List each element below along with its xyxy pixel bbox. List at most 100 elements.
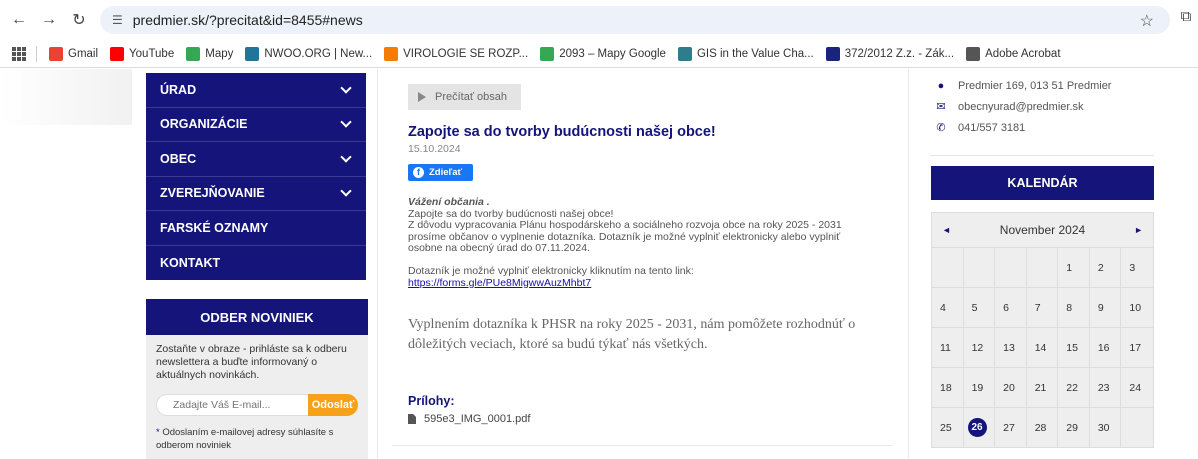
bookmark-item[interactable]: Gmail [43, 43, 104, 65]
newsletter-note-text: Odoslaním e-mailovej adresy súhlasíte s … [156, 427, 334, 451]
calendar-day[interactable]: 7 [1026, 287, 1059, 327]
day-number: 10 [1129, 301, 1142, 314]
header-image-fragment [0, 69, 132, 125]
site-settings-icon[interactable]: ☰ [112, 13, 123, 27]
contact-email[interactable]: ✉ obecnyurad@predmier.sk [934, 96, 1111, 117]
bookmark-label: NWOO.ORG | New... [264, 47, 373, 60]
calendar-day[interactable]: 2 [1089, 247, 1122, 287]
bookmark-item[interactable]: GIS in the Value Cha... [672, 43, 820, 65]
day-number: 8 [1066, 301, 1073, 314]
calendar-day[interactable]: 21 [1026, 367, 1059, 407]
menu-item-zverejnovanie[interactable]: ZVEREJŇOVANIE [146, 177, 366, 211]
bookmark-label: YouTube [129, 47, 175, 60]
day-number: 6 [1003, 301, 1009, 314]
article-line: osobne na obecný úrad do 07.11.2024. [408, 242, 590, 254]
day-number: 2 [1097, 261, 1104, 274]
calendar-day[interactable]: 29 [1058, 407, 1090, 447]
day-number: 25 [940, 421, 952, 434]
newsletter-title: ODBER NOVINIEK [146, 299, 368, 335]
calendar-day[interactable]: 8 [1058, 287, 1090, 327]
day-number: 21 [1034, 381, 1047, 394]
menu-item-urad[interactable]: ÚRAD [146, 73, 366, 108]
day-number: 28 [1034, 421, 1047, 434]
next-month-icon[interactable]: ► [1134, 225, 1143, 235]
calendar-day[interactable]: 15 [1058, 327, 1090, 367]
back-arrow-icon[interactable]: ← [4, 5, 34, 35]
calendar-day[interactable]: 12 [963, 327, 996, 367]
phone-text: 041/557 3181 [958, 121, 1026, 134]
menu-item-farske-oznamy[interactable]: FARSKÉ OZNAMY [146, 211, 366, 246]
contact-phone[interactable]: ✆ 041/557 3181 [934, 117, 1111, 138]
calendar-day[interactable]: 9 [1089, 287, 1122, 327]
day-number: 23 [1097, 381, 1110, 394]
bookmark-star-icon[interactable]: ☆ [1140, 11, 1154, 31]
menu-item-label: ÚRAD [160, 82, 197, 97]
calendar-day[interactable]: 25 [932, 407, 964, 447]
attachment-link[interactable]: 595e3_IMG_0001.pdf [408, 413, 530, 425]
bookmark-item[interactable]: YouTube [104, 43, 180, 65]
reload-icon[interactable]: ↻ [64, 5, 94, 35]
calendar-day[interactable]: 20 [995, 367, 1027, 407]
menu-item-kontakt[interactable]: KONTAKT [146, 246, 366, 281]
calendar-day[interactable]: 19 [963, 367, 996, 407]
article-date: 15.10.2024 [408, 143, 461, 155]
calendar-day[interactable]: 30 [1089, 407, 1122, 447]
apps-grid-icon[interactable] [12, 46, 26, 61]
article-greeting: Vážení občania . [408, 196, 490, 208]
menu-item-label: ORGANIZÁCIE [160, 117, 248, 132]
menu-item-label: OBEC [160, 151, 197, 166]
forward-arrow-icon[interactable]: → [34, 5, 64, 35]
calendar-day[interactable]: 26 [963, 407, 996, 447]
calendar-day[interactable]: 6 [995, 287, 1027, 327]
calendar-day[interactable]: 24 [1121, 367, 1153, 407]
calendar-day[interactable]: 3 [1121, 247, 1153, 287]
bookmark-item[interactable]: 372/2012 Z.z. - Zák... [820, 43, 960, 65]
form-link[interactable]: https://forms.gle/PUe8MigwwAuzMhbt7 [408, 277, 591, 289]
subscribe-button[interactable]: Odoslať [308, 394, 358, 416]
menu-item-organizacie[interactable]: ORGANIZÁCIE [146, 108, 366, 142]
calendar-day[interactable]: 23 [1089, 367, 1122, 407]
calendar-day[interactable]: 14 [1026, 327, 1059, 367]
calendar-empty-cell [932, 247, 964, 287]
calendar-month: November 2024 [999, 223, 1086, 237]
prev-month-icon[interactable]: ◄ [942, 225, 951, 235]
maps-pin-icon [186, 46, 201, 61]
calendar-day[interactable]: 13 [995, 327, 1027, 367]
page-content: ÚRAD ORGANIZÁCIE OBEC ZVEREJŇOVANIE FARS… [0, 69, 1198, 459]
calendar-day[interactable]: 5 [963, 287, 996, 327]
day-number: 19 [971, 381, 984, 394]
calendar-day[interactable]: 18 [932, 367, 964, 407]
calendar-day[interactable]: 16 [1089, 327, 1122, 367]
menu-item-obec[interactable]: OBEC [146, 142, 366, 177]
day-number: 1 [1066, 261, 1073, 274]
bookmark-item[interactable]: Adobe Acrobat [960, 43, 1066, 65]
bookmark-item[interactable]: 2093 – Mapy Google [534, 43, 672, 65]
day-number: 17 [1129, 341, 1142, 354]
article-body: Vážení občania . Zapojte sa do tvorby bu… [408, 196, 888, 289]
extensions-icon[interactable]: ⧉ [1174, 8, 1198, 32]
calendar-day[interactable]: 4 [932, 287, 964, 327]
file-icon [408, 414, 416, 424]
address-bar[interactable]: ☰ predmier.sk/?precitat&id=8455#news ☆ [100, 6, 1170, 34]
map-marker-icon: ● [937, 79, 945, 92]
calendar-day[interactable]: 27 [995, 407, 1027, 447]
bookmark-item[interactable]: NWOO.ORG | New... [239, 43, 378, 65]
calendar-day[interactable]: 10 [1121, 287, 1153, 327]
calendar-day[interactable]: 22 [1058, 367, 1090, 407]
article-divider [392, 445, 892, 446]
phone-icon: ✆ [936, 122, 946, 134]
email-input[interactable] [156, 394, 308, 416]
youtube-icon [110, 46, 125, 61]
menu-item-label: KONTAKT [160, 255, 221, 270]
calendar-day[interactable]: 11 [932, 327, 964, 367]
bookmark-item[interactable]: Mapy [180, 43, 239, 65]
read-aloud-button[interactable]: Prečítať obsah [408, 84, 521, 110]
bookmark-item[interactable]: VIROLOGIE SE ROZP... [378, 43, 534, 65]
calendar-day[interactable]: 17 [1121, 327, 1153, 367]
calendar-day[interactable]: 28 [1026, 407, 1059, 447]
facebook-share-button[interactable]: f Zdieľať [408, 164, 473, 181]
newsletter-box: ODBER NOVINIEK Zostaňte v obraze - prihl… [146, 299, 368, 459]
read-aloud-label: Prečítať obsah [435, 91, 507, 103]
calendar-day[interactable]: 1 [1058, 247, 1090, 287]
day-number: 12 [971, 341, 984, 354]
